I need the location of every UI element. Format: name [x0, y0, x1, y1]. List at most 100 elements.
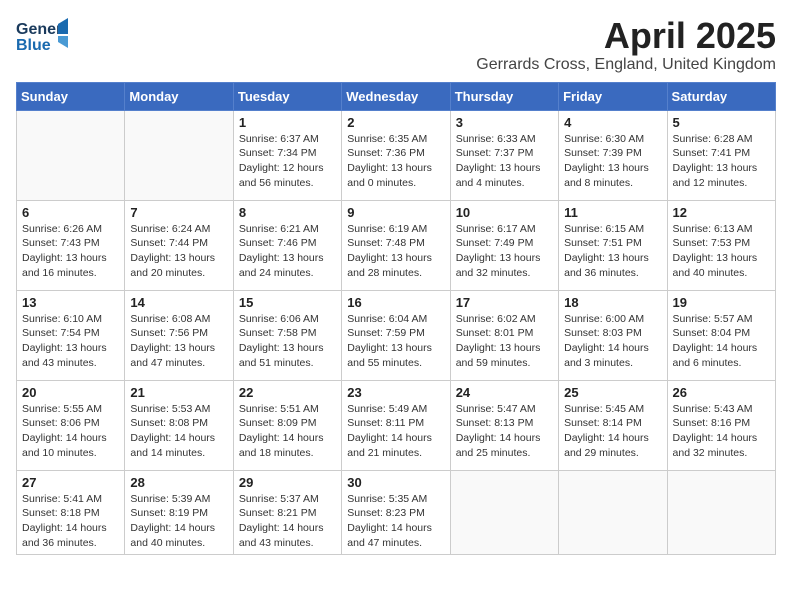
calendar-cell: 3 Sunrise: 6:33 AMSunset: 7:37 PMDaylight…: [450, 110, 558, 200]
day-number: 11: [564, 205, 661, 220]
calendar-cell: 1 Sunrise: 6:37 AMSunset: 7:34 PMDaylight…: [233, 110, 341, 200]
day-number: 5: [673, 115, 770, 130]
calendar-cell: 8 Sunrise: 6:21 AMSunset: 7:46 PMDaylight…: [233, 200, 341, 290]
day-number: 29: [239, 475, 336, 490]
day-info: Sunrise: 6:13 AMSunset: 7:53 PMDaylight:…: [673, 222, 770, 281]
day-number: 20: [22, 385, 119, 400]
calendar-cell: 23 Sunrise: 5:49 AMSunset: 8:11 PMDayligh…: [342, 380, 450, 470]
day-info: Sunrise: 5:37 AMSunset: 8:21 PMDaylight:…: [239, 492, 336, 551]
day-info: Sunrise: 6:30 AMSunset: 7:39 PMDaylight:…: [564, 132, 661, 191]
calendar-table: SundayMondayTuesdayWednesdayThursdayFrid…: [16, 82, 776, 556]
day-info: Sunrise: 6:35 AMSunset: 7:36 PMDaylight:…: [347, 132, 444, 191]
calendar-cell: 7Sunrise: 6:24 AMSunset: 7:44 PMDaylight…: [125, 200, 233, 290]
calendar-cell: 22 Sunrise: 5:51 AMSunset: 8:09 PMDayligh…: [233, 380, 341, 470]
calendar-cell: 13 Sunrise: 6:10 AMSunset: 7:54 PMDayligh…: [17, 290, 125, 380]
day-info: Sunrise: 5:47 AMSunset: 8:13 PMDaylight:…: [456, 402, 553, 461]
calendar-cell: 16 Sunrise: 6:04 AMSunset: 7:59 PMDayligh…: [342, 290, 450, 380]
calendar-cell: 25 Sunrise: 5:45 AMSunset: 8:14 PMDayligh…: [559, 380, 667, 470]
day-info: Sunrise: 6:00 AMSunset: 8:03 PMDaylight:…: [564, 312, 661, 371]
day-info: Sunrise: 6:17 AMSunset: 7:49 PMDaylight:…: [456, 222, 553, 281]
week-row-2: 6 Sunrise: 6:26 AMSunset: 7:43 PMDaylight…: [17, 200, 776, 290]
calendar-cell: [17, 110, 125, 200]
day-info: Sunrise: 5:57 AMSunset: 8:04 PMDaylight:…: [673, 312, 770, 371]
day-info: Sunrise: 5:45 AMSunset: 8:14 PMDaylight:…: [564, 402, 661, 461]
calendar-cell: 14Sunrise: 6:08 AMSunset: 7:56 PMDayligh…: [125, 290, 233, 380]
location: Gerrards Cross, England, United Kingdom: [476, 56, 776, 74]
day-number: 23: [347, 385, 444, 400]
day-info: Sunrise: 5:49 AMSunset: 8:11 PMDaylight:…: [347, 402, 444, 461]
calendar-cell: 11 Sunrise: 6:15 AMSunset: 7:51 PMDayligh…: [559, 200, 667, 290]
calendar-cell: 19 Sunrise: 5:57 AMSunset: 8:04 PMDayligh…: [667, 290, 775, 380]
day-number: 24: [456, 385, 553, 400]
day-number: 30: [347, 475, 444, 490]
day-info: Sunrise: 5:35 AMSunset: 8:23 PMDaylight:…: [347, 492, 444, 551]
day-info: Sunrise: 6:02 AMSunset: 8:01 PMDaylight:…: [456, 312, 553, 371]
day-info: Sunrise: 5:41 AMSunset: 8:18 PMDaylight:…: [22, 492, 119, 551]
calendar-cell: 29 Sunrise: 5:37 AMSunset: 8:21 PMDayligh…: [233, 470, 341, 555]
calendar-cell: 18 Sunrise: 6:00 AMSunset: 8:03 PMDayligh…: [559, 290, 667, 380]
day-number: 16: [347, 295, 444, 310]
day-number: 28: [130, 475, 227, 490]
logo: General Blue: [16, 16, 70, 56]
calendar-cell: 27 Sunrise: 5:41 AMSunset: 8:18 PMDayligh…: [17, 470, 125, 555]
title-section: April 2025 Gerrards Cross, England, Unit…: [476, 16, 776, 74]
day-info: Sunrise: 6:10 AMSunset: 7:54 PMDaylight:…: [22, 312, 119, 371]
day-info: Sunrise: 6:19 AMSunset: 7:48 PMDaylight:…: [347, 222, 444, 281]
week-row-4: 20 Sunrise: 5:55 AMSunset: 8:06 PMDayligh…: [17, 380, 776, 470]
day-info: Sunrise: 5:51 AMSunset: 8:09 PMDaylight:…: [239, 402, 336, 461]
day-number: 6: [22, 205, 119, 220]
calendar-cell: 10Sunrise: 6:17 AMSunset: 7:49 PMDayligh…: [450, 200, 558, 290]
calendar-cell: [450, 470, 558, 555]
calendar-cell: [125, 110, 233, 200]
day-number: 19: [673, 295, 770, 310]
calendar-cell: 21 Sunrise: 5:53 AMSunset: 8:08 PMDayligh…: [125, 380, 233, 470]
day-info: Sunrise: 6:21 AMSunset: 7:46 PMDaylight:…: [239, 222, 336, 281]
day-header-tuesday: Tuesday: [233, 82, 341, 110]
calendar-cell: 5 Sunrise: 6:28 AMSunset: 7:41 PMDaylight…: [667, 110, 775, 200]
day-number: 12: [673, 205, 770, 220]
day-number: 25: [564, 385, 661, 400]
month-title: April 2025: [476, 16, 776, 56]
calendar-cell: 6 Sunrise: 6:26 AMSunset: 7:43 PMDaylight…: [17, 200, 125, 290]
day-info: Sunrise: 5:55 AMSunset: 8:06 PMDaylight:…: [22, 402, 119, 461]
calendar-cell: 15 Sunrise: 6:06 AMSunset: 7:58 PMDayligh…: [233, 290, 341, 380]
day-info: Sunrise: 6:15 AMSunset: 7:51 PMDaylight:…: [564, 222, 661, 281]
day-number: 3: [456, 115, 553, 130]
days-row: SundayMondayTuesdayWednesdayThursdayFrid…: [17, 82, 776, 110]
day-info: Sunrise: 6:26 AMSunset: 7:43 PMDaylight:…: [22, 222, 119, 281]
day-number: 26: [673, 385, 770, 400]
day-number: 8: [239, 205, 336, 220]
week-row-3: 13 Sunrise: 6:10 AMSunset: 7:54 PMDayligh…: [17, 290, 776, 380]
calendar-cell: 28Sunrise: 5:39 AMSunset: 8:19 PMDayligh…: [125, 470, 233, 555]
calendar-cell: 4 Sunrise: 6:30 AMSunset: 7:39 PMDaylight…: [559, 110, 667, 200]
day-number: 2: [347, 115, 444, 130]
day-info: Sunrise: 6:37 AMSunset: 7:34 PMDaylight:…: [239, 132, 336, 191]
day-number: 9: [347, 205, 444, 220]
day-number: 1: [239, 115, 336, 130]
day-number: 22: [239, 385, 336, 400]
day-number: 17: [456, 295, 553, 310]
day-info: Sunrise: 6:04 AMSunset: 7:59 PMDaylight:…: [347, 312, 444, 371]
day-number: 13: [22, 295, 119, 310]
calendar-cell: 30 Sunrise: 5:35 AMSunset: 8:23 PMDayligh…: [342, 470, 450, 555]
day-header-friday: Friday: [559, 82, 667, 110]
calendar-cell: 26Sunrise: 5:43 AMSunset: 8:16 PMDayligh…: [667, 380, 775, 470]
week-row-5: 27 Sunrise: 5:41 AMSunset: 8:18 PMDayligh…: [17, 470, 776, 555]
day-header-thursday: Thursday: [450, 82, 558, 110]
day-header-saturday: Saturday: [667, 82, 775, 110]
day-header-wednesday: Wednesday: [342, 82, 450, 110]
day-number: 15: [239, 295, 336, 310]
day-number: 27: [22, 475, 119, 490]
day-info: Sunrise: 6:33 AMSunset: 7:37 PMDaylight:…: [456, 132, 553, 191]
day-number: 4: [564, 115, 661, 130]
day-info: Sunrise: 5:53 AMSunset: 8:08 PMDaylight:…: [130, 402, 227, 461]
day-info: Sunrise: 6:06 AMSunset: 7:58 PMDaylight:…: [239, 312, 336, 371]
calendar-cell: [667, 470, 775, 555]
calendar-cell: 12 Sunrise: 6:13 AMSunset: 7:53 PMDayligh…: [667, 200, 775, 290]
day-number: 18: [564, 295, 661, 310]
day-number: 21: [130, 385, 227, 400]
day-info: Sunrise: 6:28 AMSunset: 7:41 PMDaylight:…: [673, 132, 770, 191]
svg-text:Blue: Blue: [16, 37, 51, 54]
calendar-cell: 2 Sunrise: 6:35 AMSunset: 7:36 PMDaylight…: [342, 110, 450, 200]
calendar-cell: 24 Sunrise: 5:47 AMSunset: 8:13 PMDayligh…: [450, 380, 558, 470]
